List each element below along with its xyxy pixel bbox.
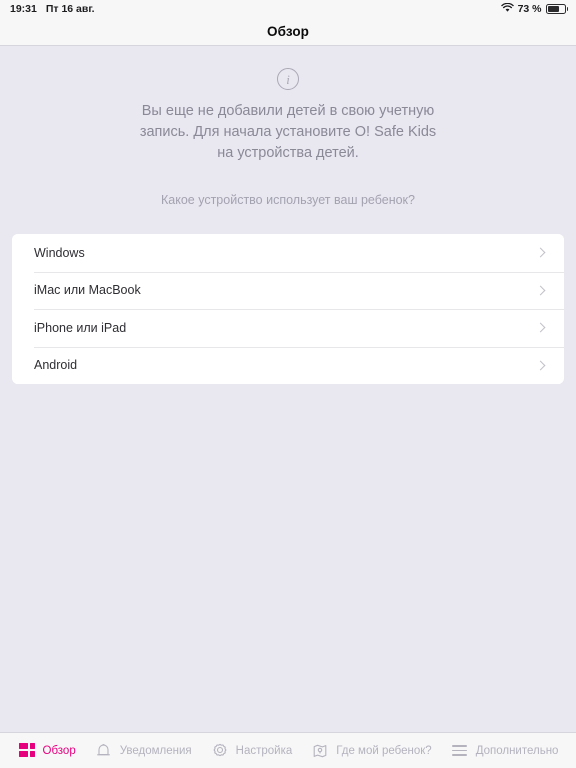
list-item-ios[interactable]: iPhone или iPad	[12, 309, 564, 347]
status-time: 19:31	[10, 3, 37, 15]
bell-icon	[95, 742, 113, 760]
status-date: Пт 16 авг.	[45, 3, 95, 15]
navigation-bar: Обзор	[0, 18, 576, 46]
tab-bar: Обзор Уведомления Настройка Где мой ребе…	[0, 732, 576, 768]
info-circle-icon: i	[277, 68, 299, 90]
tab-label: Дополнительно	[475, 744, 559, 757]
tab-where-is-my-child[interactable]: Где мой ребенок?	[307, 742, 435, 760]
app-root: 19:31 Пт 16 авг. 73 % Обзор i Вы еще не …	[0, 0, 576, 768]
tab-label: Настройка	[235, 744, 293, 757]
status-bar-left: 19:31 Пт 16 авг.	[10, 3, 95, 15]
empty-state-message: Вы еще не добавили детей в свою учетную …	[139, 103, 437, 161]
tab-settings[interactable]: Настройка	[207, 742, 297, 760]
wifi-icon	[500, 2, 514, 16]
tab-label: Уведомления	[119, 744, 192, 757]
list-item-android[interactable]: Android	[12, 346, 564, 384]
list-item-windows[interactable]: Windows	[12, 234, 564, 272]
tab-label: Обзор	[42, 744, 76, 757]
chevron-right-icon	[535, 247, 546, 258]
chevron-right-icon	[535, 285, 546, 296]
main-content: i Вы еще не добавили детей в свою учетну…	[0, 46, 576, 732]
map-pin-icon	[311, 742, 329, 760]
battery-icon	[545, 4, 568, 14]
device-list: Windows iMac или MacBook iPhone или iPad…	[12, 234, 564, 384]
tab-overview[interactable]: Обзор	[14, 742, 80, 760]
tab-more[interactable]: Дополнительно	[447, 742, 563, 760]
battery-percent: 73 %	[517, 3, 542, 15]
device-question-label: Какое устройство использует ваш ребенок?	[161, 193, 415, 207]
list-item-label: Android	[34, 358, 78, 373]
status-bar: 19:31 Пт 16 авг. 73 %	[0, 0, 576, 18]
list-item-mac[interactable]: iMac или MacBook	[12, 271, 564, 309]
hamburger-lines-icon	[451, 742, 469, 760]
list-item-label: iPhone или iPad	[34, 320, 127, 335]
tab-notifications[interactable]: Уведомления	[91, 742, 196, 760]
dashboard-grid-icon	[18, 742, 36, 760]
list-item-label: iMac или MacBook	[34, 283, 141, 298]
page-title: Обзор	[266, 24, 310, 39]
chevron-right-icon	[535, 360, 546, 371]
gear-icon	[211, 742, 229, 760]
list-item-label: Windows	[34, 245, 85, 260]
tab-label: Где мой ребенок?	[336, 744, 432, 757]
chevron-right-icon	[535, 322, 546, 333]
empty-state-block: i Вы еще не добавили детей в свою учетну…	[0, 68, 576, 164]
status-bar-right: 73 %	[500, 2, 568, 16]
